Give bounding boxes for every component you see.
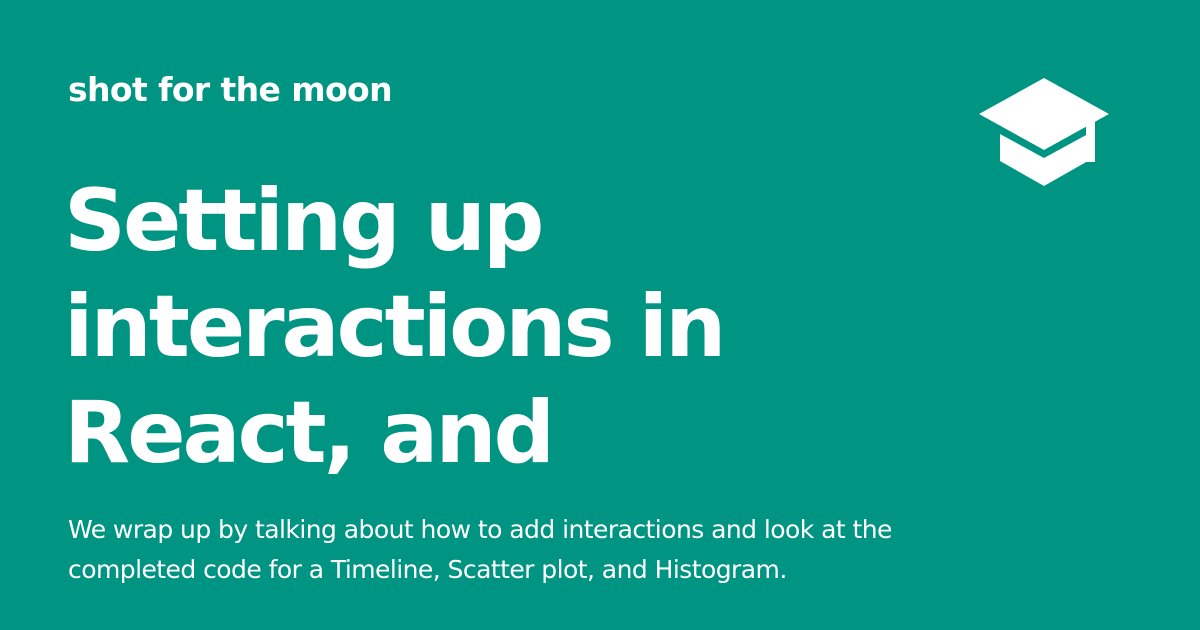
site-name: shot for the moon [68, 70, 393, 109]
post-title-line-2: interactions in [64, 277, 726, 377]
post-title-line-3: React, and [64, 383, 555, 483]
graduation-cap-icon [979, 78, 1109, 186]
social-card: shot for the moon Setting up interaction… [0, 0, 1200, 630]
post-title: Setting up interactions in React, and [64, 168, 824, 486]
post-description: We wrap up by talking about how to add i… [68, 515, 892, 584]
post-title-line-1: Setting up [64, 171, 544, 271]
